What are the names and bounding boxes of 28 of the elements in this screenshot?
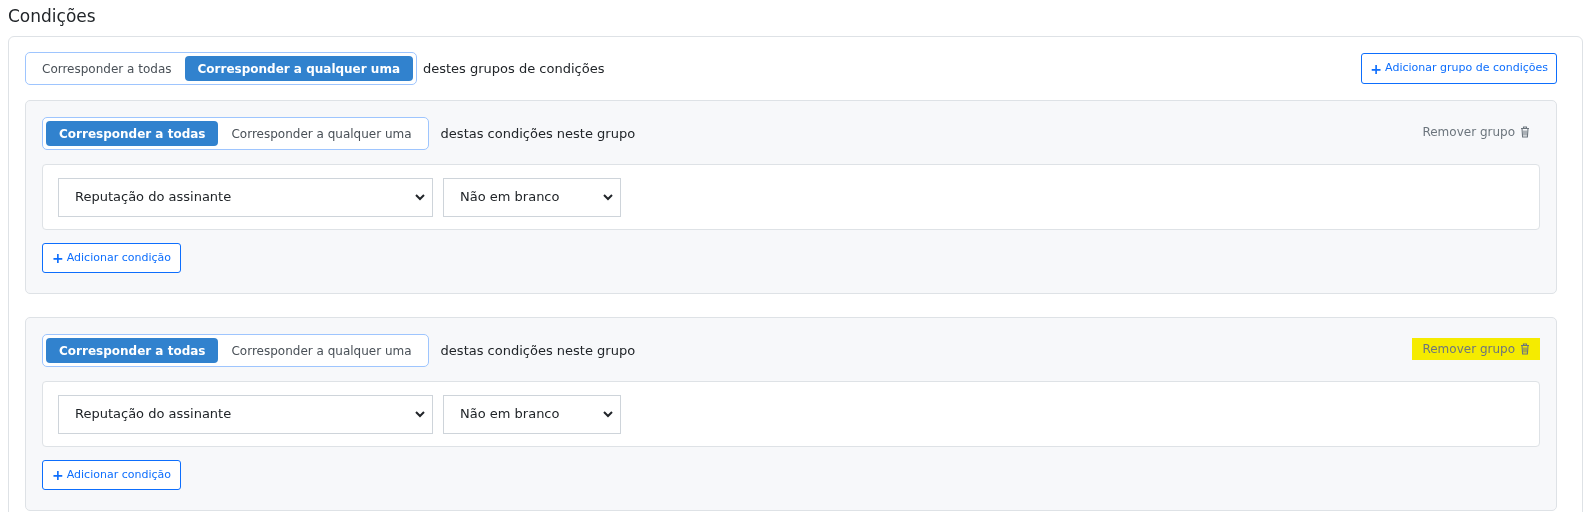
add-condition-button[interactable]: + Adicionar condição <box>42 460 181 490</box>
toggle-option[interactable]: Corresponder a todas <box>46 338 219 363</box>
field-select[interactable]: Reputação do assinante <box>58 177 433 217</box>
field-select[interactable]: Reputação do assinante <box>58 394 433 434</box>
toggle-option[interactable]: Corresponder a todas <box>46 121 219 146</box>
trash-icon <box>1520 343 1530 355</box>
remove-group-button[interactable]: Remover grupo <box>1412 338 1540 360</box>
section-title: Condições <box>7 5 97 28</box>
chevron-down-icon <box>602 191 614 203</box>
toggle-option[interactable]: Corresponder a qualquer uma <box>184 56 413 81</box>
match-suffix-text: destas condições neste grupo <box>440 124 636 143</box>
match-suffix-text: destas condições neste grupo <box>440 341 636 360</box>
add-group-button[interactable]: + Adicionar grupo de condições <box>1361 53 1557 84</box>
toggle-option[interactable]: Corresponder a todas <box>29 56 185 81</box>
chevron-down-icon <box>602 408 614 420</box>
toggle-option[interactable]: Corresponder a qualquer uma <box>218 338 425 363</box>
add-condition-button[interactable]: + Adicionar condição <box>42 243 181 273</box>
trash-icon <box>1520 126 1530 138</box>
chevron-down-icon <box>414 408 426 420</box>
operator-select[interactable]: Não em branco <box>443 177 621 217</box>
plus-icon: + <box>52 251 64 265</box>
plus-icon: + <box>52 468 64 482</box>
remove-group-button[interactable]: Remover grupo <box>1412 121 1540 143</box>
chevron-down-icon <box>414 191 426 203</box>
plus-icon: + <box>1370 61 1383 76</box>
toggle-option[interactable]: Corresponder a qualquer uma <box>218 121 425 146</box>
match-suffix-text: destes grupos de condições <box>423 59 605 78</box>
operator-select[interactable]: Não em branco <box>443 394 621 434</box>
